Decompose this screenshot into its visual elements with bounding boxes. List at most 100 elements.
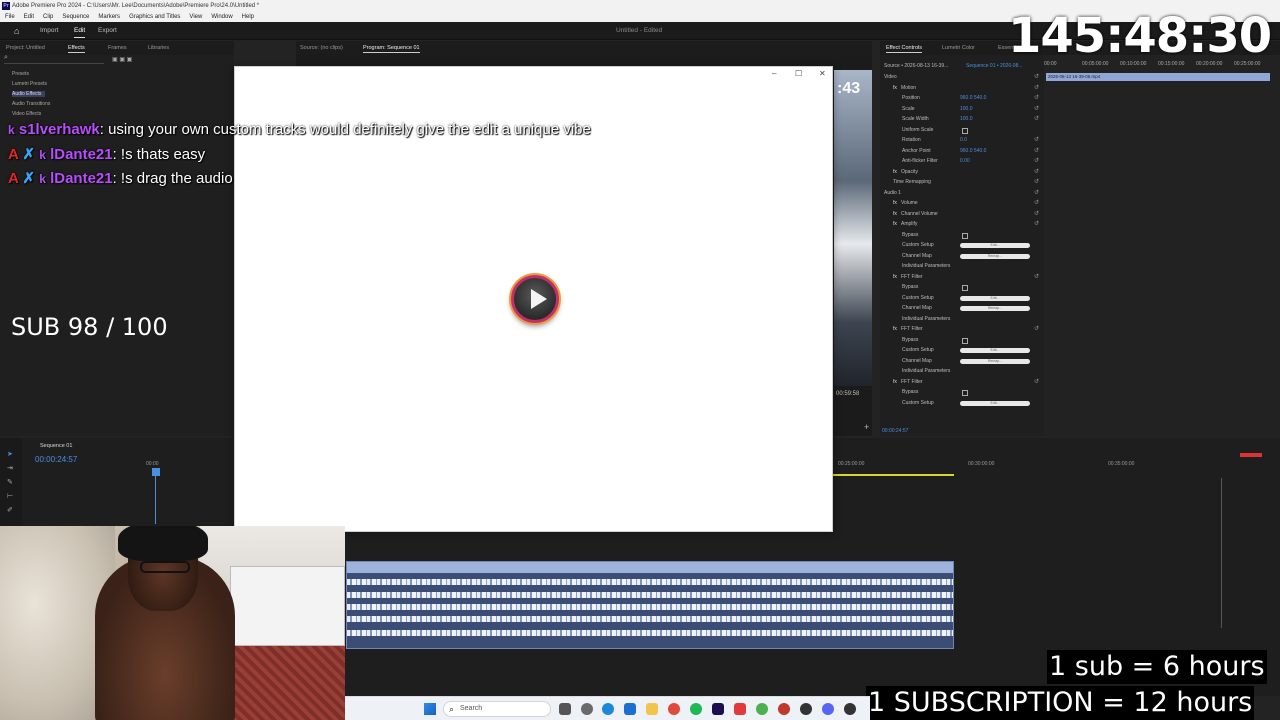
ec-row[interactable]: Anchor Point 960.0 540.0 ↺ bbox=[884, 147, 1044, 156]
ec-row-value[interactable]: 960.0 540.0 bbox=[960, 147, 986, 156]
fx-icon[interactable]: fx bbox=[893, 378, 897, 387]
reset-icon[interactable]: ↺ bbox=[1034, 168, 1039, 177]
brave-icon[interactable] bbox=[668, 703, 680, 715]
ec-row[interactable]: Individual Parameters bbox=[884, 262, 1044, 271]
ec-row-value[interactable]: 100.0 bbox=[960, 115, 973, 124]
ec-row[interactable]: Individual Parameters bbox=[884, 315, 1044, 324]
maximize-button[interactable]: ☐ bbox=[795, 69, 802, 78]
ec-row[interactable]: Anti-flicker Filter 0.00 ↺ bbox=[884, 157, 1044, 166]
tab-libraries[interactable]: Libraries bbox=[148, 41, 169, 55]
playhead-handle[interactable] bbox=[152, 468, 160, 476]
ripple-edit-tool-icon[interactable]: ✎ bbox=[7, 478, 13, 486]
reset-icon[interactable]: ↺ bbox=[1034, 115, 1039, 124]
tab-frames[interactable]: Frames bbox=[108, 41, 127, 55]
ec-row[interactable]: Audio 1 ↺ bbox=[884, 189, 1044, 198]
fx-icon[interactable]: fx bbox=[893, 84, 897, 93]
windows-start-icon[interactable] bbox=[424, 703, 436, 715]
menu-item-help[interactable]: Help bbox=[242, 12, 254, 22]
ec-row[interactable]: Time Remapping ↺ bbox=[884, 178, 1044, 187]
ec-row[interactable]: Custom Setup Edit... bbox=[884, 294, 1044, 303]
ec-row[interactable]: fx FFT Filter ↺ bbox=[884, 273, 1044, 282]
ec-row[interactable]: Scale Width 100.0 ↺ bbox=[884, 115, 1044, 124]
reset-icon[interactable]: ↺ bbox=[1034, 94, 1039, 103]
reset-icon[interactable]: ↺ bbox=[1034, 199, 1039, 208]
play-button[interactable] bbox=[511, 275, 559, 323]
ec-row[interactable]: Custom Setup Edit... bbox=[884, 346, 1044, 355]
reset-icon[interactable]: ↺ bbox=[1034, 273, 1039, 282]
menu-item-window[interactable]: Window bbox=[211, 12, 232, 22]
ec-row[interactable]: fx Amplify ↺ bbox=[884, 220, 1044, 229]
minimize-button[interactable]: – bbox=[772, 69, 776, 78]
tree-item-audio-transitions[interactable]: Audio Transitions bbox=[12, 101, 50, 107]
media-player-icon[interactable] bbox=[844, 703, 856, 715]
fx-icon[interactable]: fx bbox=[893, 325, 897, 334]
reset-icon[interactable]: ↺ bbox=[1034, 178, 1039, 187]
reset-icon[interactable]: ↺ bbox=[1034, 105, 1039, 114]
ec-row-button[interactable]: Edit... bbox=[960, 295, 1030, 301]
tab-sequence[interactable]: Sequence 01 bbox=[40, 443, 72, 449]
menu-item-clip[interactable]: Clip bbox=[43, 12, 53, 22]
obs-icon[interactable] bbox=[800, 703, 812, 715]
reset-icon[interactable]: ↺ bbox=[1034, 210, 1039, 219]
new-bin-icon[interactable]: ▣ ▣ ▣ bbox=[112, 56, 132, 63]
settings-icon[interactable] bbox=[581, 703, 593, 715]
ec-row[interactable]: Bypass bbox=[884, 388, 1044, 397]
ec-source-label[interactable]: Source • 2026-08-13 16-39... bbox=[884, 63, 948, 69]
fx-icon[interactable]: fx bbox=[893, 199, 897, 208]
tab-program-monitor[interactable]: Program: Sequence 01 bbox=[363, 41, 420, 55]
tree-item-lumetri-presets[interactable]: Lumetri Presets bbox=[12, 81, 47, 87]
ec-row[interactable]: Bypass bbox=[884, 336, 1044, 345]
ec-row-checkbox[interactable] bbox=[962, 285, 968, 291]
ec-row-checkbox[interactable] bbox=[962, 127, 968, 134]
ec-row[interactable]: Channel Map Remap... bbox=[884, 304, 1044, 313]
spotify-icon[interactable] bbox=[690, 703, 702, 715]
menu-item-edit[interactable]: Edit bbox=[24, 12, 34, 22]
ec-row[interactable]: Video ↺ bbox=[884, 73, 1044, 82]
tree-item-audio-effects[interactable]: Audio Effects bbox=[12, 91, 46, 97]
fx-icon[interactable]: fx bbox=[893, 220, 897, 229]
reset-icon[interactable]: ↺ bbox=[1034, 73, 1039, 82]
tab-lumetri-color[interactable]: Lumetri Color bbox=[942, 41, 975, 55]
fx-icon[interactable]: fx bbox=[893, 210, 897, 219]
ec-row-button[interactable]: Remap... bbox=[960, 358, 1030, 364]
ec-row[interactable]: Channel Map Remap... bbox=[884, 252, 1044, 261]
menu-item-view[interactable]: View bbox=[189, 12, 202, 22]
ec-row[interactable]: Bypass bbox=[884, 283, 1044, 292]
fx-icon[interactable]: fx bbox=[893, 273, 897, 282]
home-icon[interactable]: ⌂ bbox=[14, 26, 24, 36]
ec-row[interactable]: fx Motion ↺ bbox=[884, 84, 1044, 93]
audio-clip[interactable] bbox=[346, 561, 954, 649]
ec-row-checkbox[interactable] bbox=[962, 337, 968, 344]
razor-tool-icon[interactable]: ⊢ bbox=[7, 492, 13, 500]
tab-import[interactable]: Import bbox=[40, 22, 58, 40]
task-view-icon[interactable] bbox=[559, 703, 571, 715]
reset-icon[interactable]: ↺ bbox=[1034, 378, 1039, 387]
tab-effect-controls[interactable]: Effect Controls bbox=[886, 41, 922, 55]
app-icon-record[interactable] bbox=[778, 703, 790, 715]
menu-item-graphics-and-titles[interactable]: Graphics and Titles bbox=[129, 12, 180, 22]
timeline-playhead-time[interactable]: 00:00:24:57 bbox=[35, 455, 77, 464]
reset-icon[interactable]: ↺ bbox=[1034, 189, 1039, 198]
selection-tool-icon[interactable]: ➤ bbox=[7, 450, 13, 458]
ec-row[interactable]: fx FFT Filter ↺ bbox=[884, 325, 1044, 334]
add-button-icon[interactable]: + bbox=[864, 422, 869, 432]
work-area-bar[interactable] bbox=[832, 474, 954, 476]
ec-row[interactable]: Position 960.0 540.0 ↺ bbox=[884, 94, 1044, 103]
close-button[interactable]: ✕ bbox=[819, 69, 826, 78]
ec-row-button[interactable]: Remap... bbox=[960, 306, 1030, 311]
menu-item-markers[interactable]: Markers bbox=[98, 12, 120, 22]
menu-item-sequence[interactable]: Sequence bbox=[62, 12, 89, 22]
ec-row[interactable]: fx Channel Volume ↺ bbox=[884, 210, 1044, 219]
tab-source-monitor[interactable]: Source: (no clips) bbox=[300, 41, 343, 55]
zoom-scrollbar[interactable] bbox=[1221, 478, 1222, 628]
ec-row[interactable]: Custom Setup Edit... bbox=[884, 399, 1044, 408]
ec-row-button[interactable]: Remap... bbox=[960, 253, 1030, 259]
reset-icon[interactable]: ↺ bbox=[1034, 84, 1039, 93]
chrome-icon[interactable] bbox=[756, 703, 768, 715]
tab-project[interactable]: Project: Untitled bbox=[6, 41, 45, 55]
ec-row-value[interactable]: 0.00 bbox=[960, 157, 970, 166]
effects-search-input[interactable]: ⌕ bbox=[4, 54, 104, 64]
menu-item-file[interactable]: File bbox=[5, 12, 15, 22]
ec-row[interactable]: Uniform Scale bbox=[884, 126, 1044, 135]
reset-icon[interactable]: ↺ bbox=[1034, 147, 1039, 156]
